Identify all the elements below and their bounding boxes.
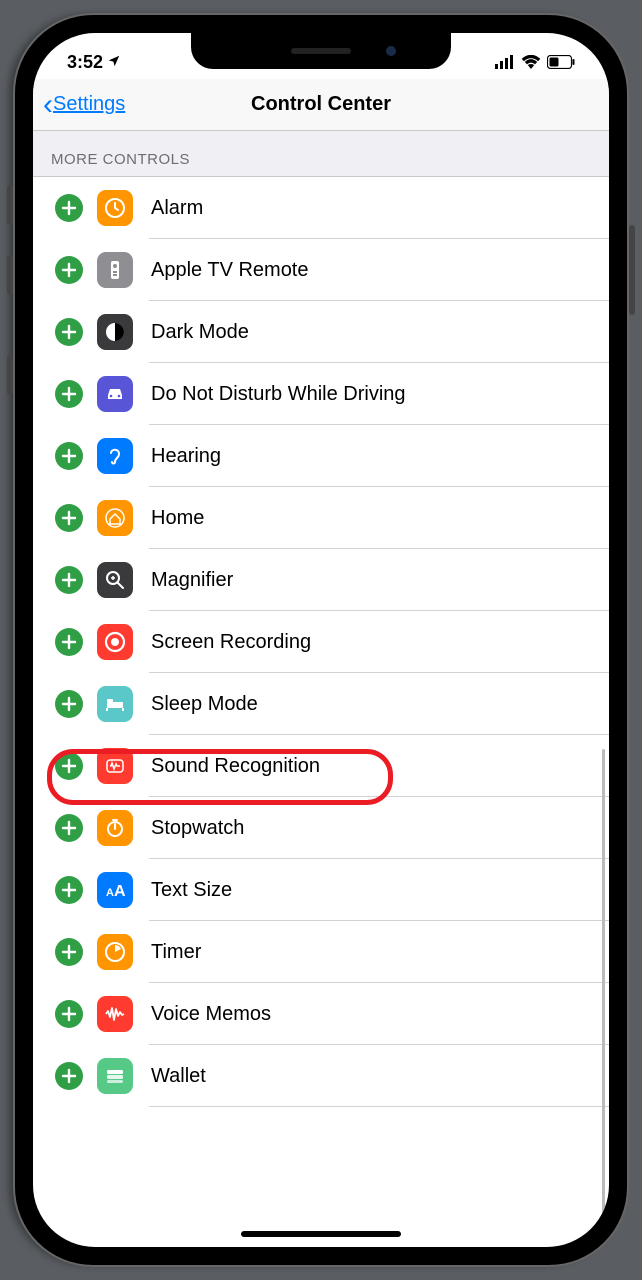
control-label: Timer	[151, 941, 201, 964]
control-label: Hearing	[151, 445, 221, 468]
bed-icon	[97, 686, 133, 722]
timer-icon	[97, 934, 133, 970]
control-row-darkmode[interactable]: Dark Mode	[33, 301, 609, 363]
control-label: Apple TV Remote	[151, 259, 309, 282]
control-row-textsize[interactable]: AA Text Size	[33, 859, 609, 921]
add-button[interactable]	[55, 938, 83, 966]
add-button[interactable]	[55, 1000, 83, 1028]
notch	[191, 33, 451, 69]
control-label: Text Size	[151, 879, 232, 902]
add-button[interactable]	[55, 628, 83, 656]
controls-list: Alarm Apple TV Remote Dark Mode Do Not Dist…	[33, 177, 609, 1107]
control-label: Wallet	[151, 1065, 206, 1088]
wifi-icon	[521, 55, 541, 69]
magnifier-icon	[97, 562, 133, 598]
control-row-magnifier[interactable]: Magnifier	[33, 549, 609, 611]
scroll-indicator	[602, 749, 605, 1247]
remote-icon	[97, 252, 133, 288]
control-label: Stopwatch	[151, 817, 244, 840]
control-label: Alarm	[151, 197, 203, 220]
control-label: Voice Memos	[151, 1003, 271, 1026]
control-label: Magnifier	[151, 569, 233, 592]
record-icon	[97, 624, 133, 660]
add-button[interactable]	[55, 566, 83, 594]
add-button[interactable]	[55, 442, 83, 470]
back-button[interactable]: ‹ Settings	[33, 90, 125, 120]
voicememo-icon	[97, 996, 133, 1032]
back-label: Settings	[53, 93, 125, 116]
add-button[interactable]	[55, 194, 83, 222]
textsize-icon: AA	[97, 872, 133, 908]
control-row-home[interactable]: Home	[33, 487, 609, 549]
chevron-left-icon: ‹	[43, 90, 53, 120]
control-label: Home	[151, 507, 204, 530]
control-row-bed[interactable]: Sleep Mode	[33, 673, 609, 735]
add-button[interactable]	[55, 876, 83, 904]
home-icon	[97, 500, 133, 536]
sound-icon	[97, 748, 133, 784]
cellular-signal-icon	[495, 55, 515, 69]
control-label: Do Not Disturb While Driving	[151, 383, 406, 406]
control-row-stopwatch[interactable]: Stopwatch	[33, 797, 609, 859]
darkmode-icon	[97, 314, 133, 350]
phone-frame: 3:52	[15, 15, 627, 1265]
battery-icon	[547, 55, 575, 69]
add-button[interactable]	[55, 814, 83, 842]
add-button[interactable]	[55, 690, 83, 718]
add-button[interactable]	[55, 1062, 83, 1090]
control-label: Dark Mode	[151, 321, 249, 344]
control-row-ear[interactable]: Hearing	[33, 425, 609, 487]
add-button[interactable]	[55, 504, 83, 532]
control-row-wallet[interactable]: Wallet	[33, 1045, 609, 1107]
control-row-voicememo[interactable]: Voice Memos	[33, 983, 609, 1045]
control-label: Screen Recording	[151, 631, 311, 654]
control-row-car[interactable]: Do Not Disturb While Driving	[33, 363, 609, 425]
wallet-icon	[97, 1058, 133, 1094]
control-row-clock[interactable]: Alarm	[33, 177, 609, 239]
car-icon	[97, 376, 133, 412]
control-label: Sleep Mode	[151, 693, 258, 716]
screen: 3:52	[33, 33, 609, 1247]
stopwatch-icon	[97, 810, 133, 846]
control-row-sound[interactable]: Sound Recognition	[33, 735, 609, 797]
home-indicator[interactable]	[241, 1231, 401, 1237]
nav-bar: ‹ Settings Control Center	[33, 79, 609, 131]
clock-icon	[97, 190, 133, 226]
ear-icon	[97, 438, 133, 474]
svg-text:A: A	[106, 887, 114, 899]
status-time: 3:52	[67, 52, 103, 73]
control-row-record[interactable]: Screen Recording	[33, 611, 609, 673]
add-button[interactable]	[55, 752, 83, 780]
section-header: MORE CONTROLS	[33, 131, 609, 177]
control-row-timer[interactable]: Timer	[33, 921, 609, 983]
control-label: Sound Recognition	[151, 755, 320, 778]
add-button[interactable]	[55, 256, 83, 284]
control-row-remote[interactable]: Apple TV Remote	[33, 239, 609, 301]
location-arrow-icon	[107, 52, 121, 73]
add-button[interactable]	[55, 380, 83, 408]
svg-text:A: A	[114, 883, 126, 900]
add-button[interactable]	[55, 318, 83, 346]
